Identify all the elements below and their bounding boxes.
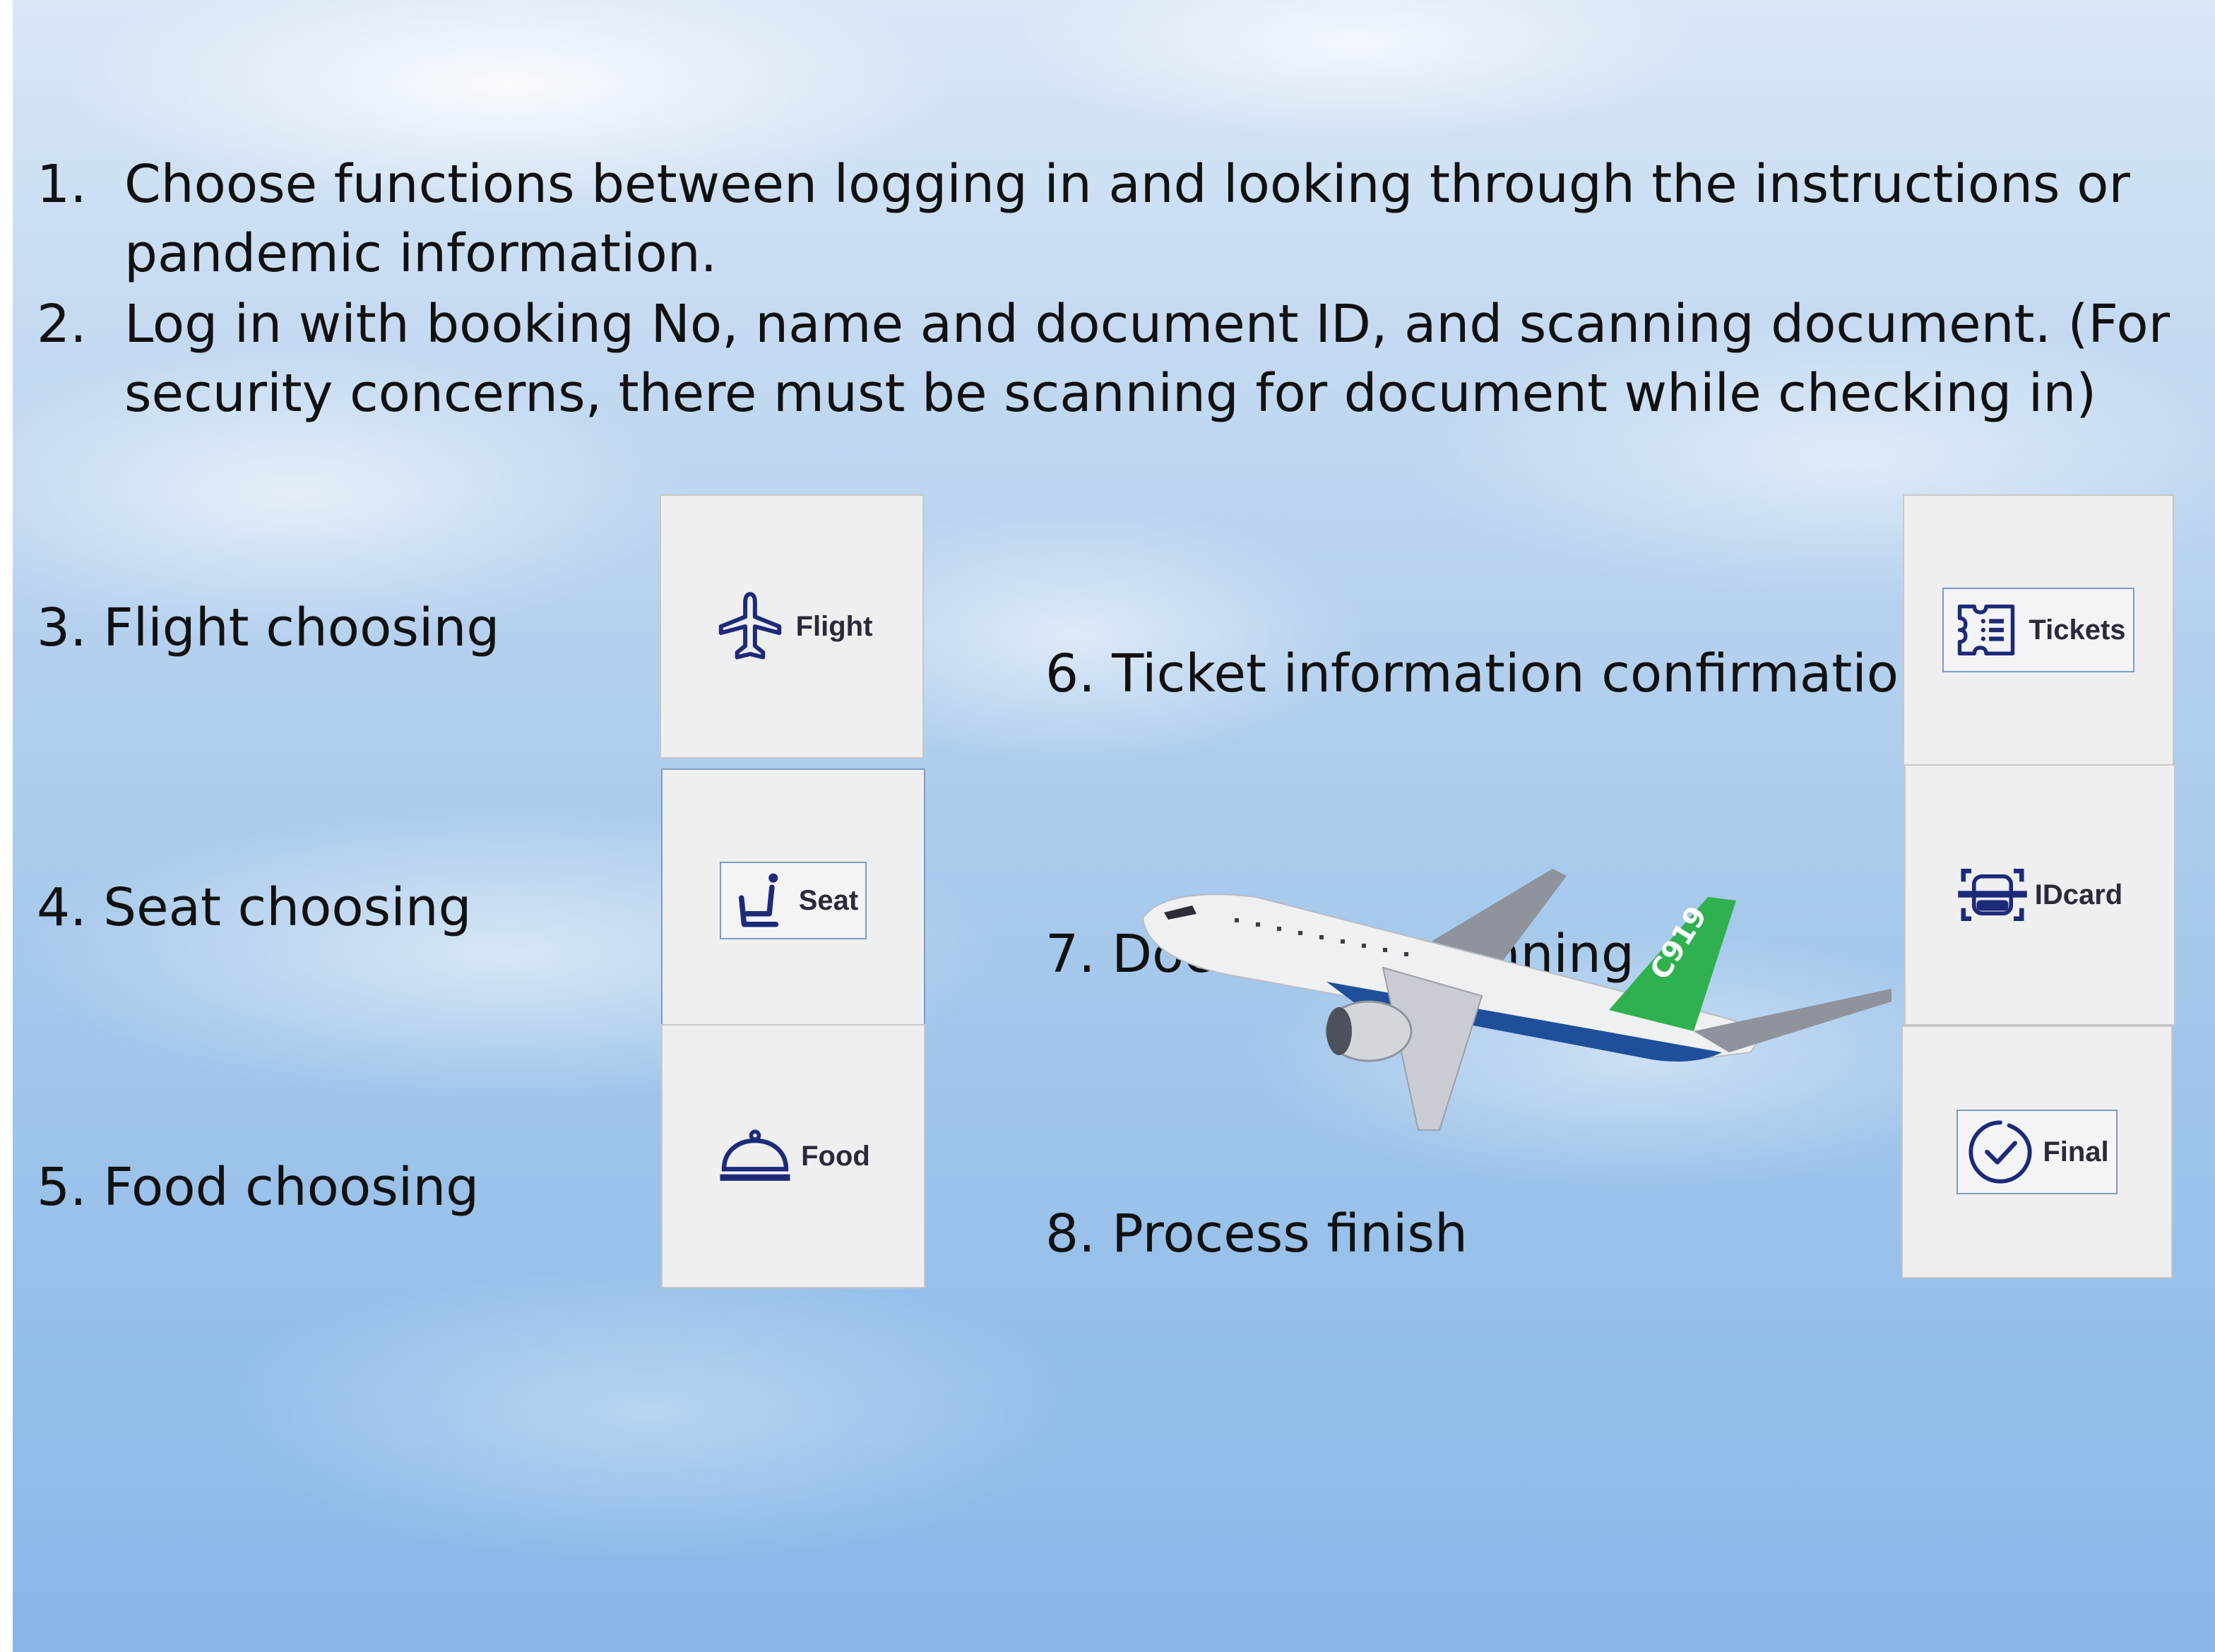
step-3-label: 3. Flight choosing bbox=[37, 598, 500, 658]
check-circle-icon bbox=[1965, 1117, 2036, 1187]
step-8-label: 8. Process finish bbox=[1045, 1204, 1468, 1264]
airplane-photo: C919 bbox=[1141, 869, 1892, 1131]
ticket-list-icon bbox=[1951, 595, 2021, 665]
step-text-line: Choose functions between logging in and … bbox=[124, 154, 2130, 215]
intro-step-2: 2. Log in with booking No, name and docu… bbox=[37, 290, 2170, 428]
seat-button[interactable]: Seat bbox=[661, 768, 925, 1033]
step-4-label: 4. Seat choosing bbox=[37, 877, 472, 938]
step-text-line: Log in with booking No, name and documen… bbox=[124, 294, 2171, 355]
tickets-button[interactable]: Tickets bbox=[1903, 494, 2174, 766]
flight-button[interactable]: Flight bbox=[660, 494, 924, 759]
food-button[interactable]: Food bbox=[661, 1024, 925, 1288]
step-number: 2. bbox=[37, 294, 87, 355]
step-6-label: 6. Ticket information confirmation bbox=[1045, 643, 1932, 704]
food-button-label: Food bbox=[801, 1140, 870, 1172]
idcard-button-label: IDcard bbox=[2034, 879, 2123, 910]
step-5-label: 5. Food choosing bbox=[37, 1157, 480, 1218]
step-text-line: security concerns, there must be scannin… bbox=[124, 363, 2097, 424]
airplane-icon bbox=[711, 588, 789, 665]
id-scan-icon bbox=[1957, 863, 2028, 927]
step-number: 1. bbox=[37, 154, 87, 215]
idcard-button[interactable]: IDcard bbox=[1904, 764, 2175, 1026]
seat-icon bbox=[728, 869, 792, 932]
final-button[interactable]: Final bbox=[1901, 1026, 2173, 1278]
slide-background: 1. Choose functions between logging in a… bbox=[13, 0, 2215, 1652]
food-cloche-icon bbox=[716, 1124, 794, 1188]
final-button-label: Final bbox=[2043, 1136, 2109, 1167]
flight-button-label: Flight bbox=[795, 610, 873, 642]
step-text-line: pandemic information. bbox=[124, 223, 718, 284]
tickets-button-label: Tickets bbox=[2029, 614, 2126, 646]
seat-button-label: Seat bbox=[798, 884, 859, 916]
intro-step-1: 1. Choose functions between logging in a… bbox=[37, 150, 2156, 288]
